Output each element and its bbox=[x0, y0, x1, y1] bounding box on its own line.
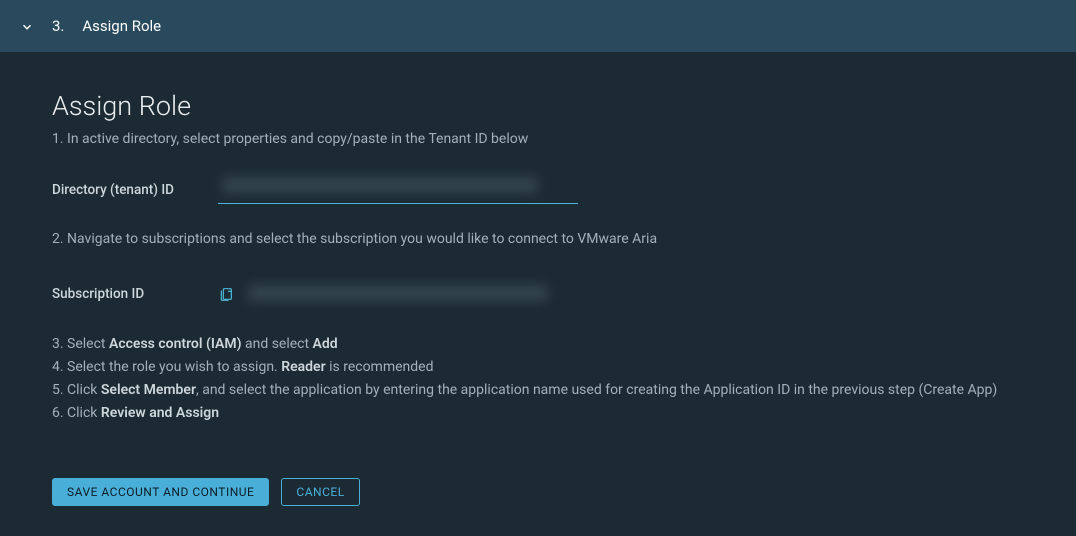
chevron-down-icon bbox=[20, 19, 34, 33]
instruction-4-prefix: 4. Select the role you wish to assign. bbox=[52, 359, 281, 375]
instructions-block: 3. Select Access control (IAM) and selec… bbox=[52, 333, 1024, 425]
instruction-3-mid: and select bbox=[242, 336, 313, 352]
instruction-3-prefix: 3. Select bbox=[52, 336, 109, 352]
step-header-title: Assign Role bbox=[82, 17, 161, 35]
step-header[interactable]: 3. Assign Role bbox=[0, 0, 1076, 52]
instruction-2: 2. Navigate to subscriptions and select … bbox=[52, 228, 1024, 251]
instruction-4-bold: Reader bbox=[281, 359, 325, 375]
subscription-field-row: Subscription ID bbox=[52, 285, 1024, 303]
instruction-1: 1. In active directory, select propertie… bbox=[52, 128, 1024, 151]
instruction-5-suffix: , and select the application by entering… bbox=[196, 382, 997, 398]
instruction-4: 4. Select the role you wish to assign. R… bbox=[52, 356, 1024, 379]
instruction-5-bold: Select Member bbox=[101, 382, 196, 398]
instruction-3: 3. Select Access control (IAM) and selec… bbox=[52, 333, 1024, 356]
button-row: SAVE ACCOUNT AND CONTINUE CANCEL bbox=[52, 478, 1024, 506]
content-area: Assign Role 1. In active directory, sele… bbox=[0, 52, 1076, 536]
subscription-label: Subscription ID bbox=[52, 286, 218, 302]
instruction-6-bold: Review and Assign bbox=[101, 405, 219, 421]
subscription-value-display bbox=[248, 285, 578, 303]
directory-label: Directory (tenant) ID bbox=[52, 182, 218, 198]
page-title: Assign Role bbox=[52, 90, 1024, 122]
directory-blurred-value bbox=[222, 177, 538, 193]
instruction-6: 6. Click Review and Assign bbox=[52, 402, 1024, 425]
save-account-button[interactable]: SAVE ACCOUNT AND CONTINUE bbox=[52, 478, 269, 506]
instruction-3-bold-2: Add bbox=[313, 336, 338, 352]
instruction-4-suffix: is recommended bbox=[326, 359, 434, 375]
subscription-blurred-value bbox=[248, 285, 548, 301]
directory-input-wrapper bbox=[218, 175, 578, 204]
cancel-button[interactable]: CANCEL bbox=[281, 478, 359, 506]
directory-field-row: Directory (tenant) ID bbox=[52, 175, 1024, 204]
instruction-5: 5. Click Select Member, and select the a… bbox=[52, 379, 1024, 402]
instruction-3-bold-1: Access control (IAM) bbox=[109, 336, 242, 352]
instruction-5-prefix: 5. Click bbox=[52, 382, 101, 398]
clipboard-icon[interactable] bbox=[218, 286, 234, 302]
step-number: 3. bbox=[52, 17, 64, 35]
instruction-6-prefix: 6. Click bbox=[52, 405, 101, 421]
